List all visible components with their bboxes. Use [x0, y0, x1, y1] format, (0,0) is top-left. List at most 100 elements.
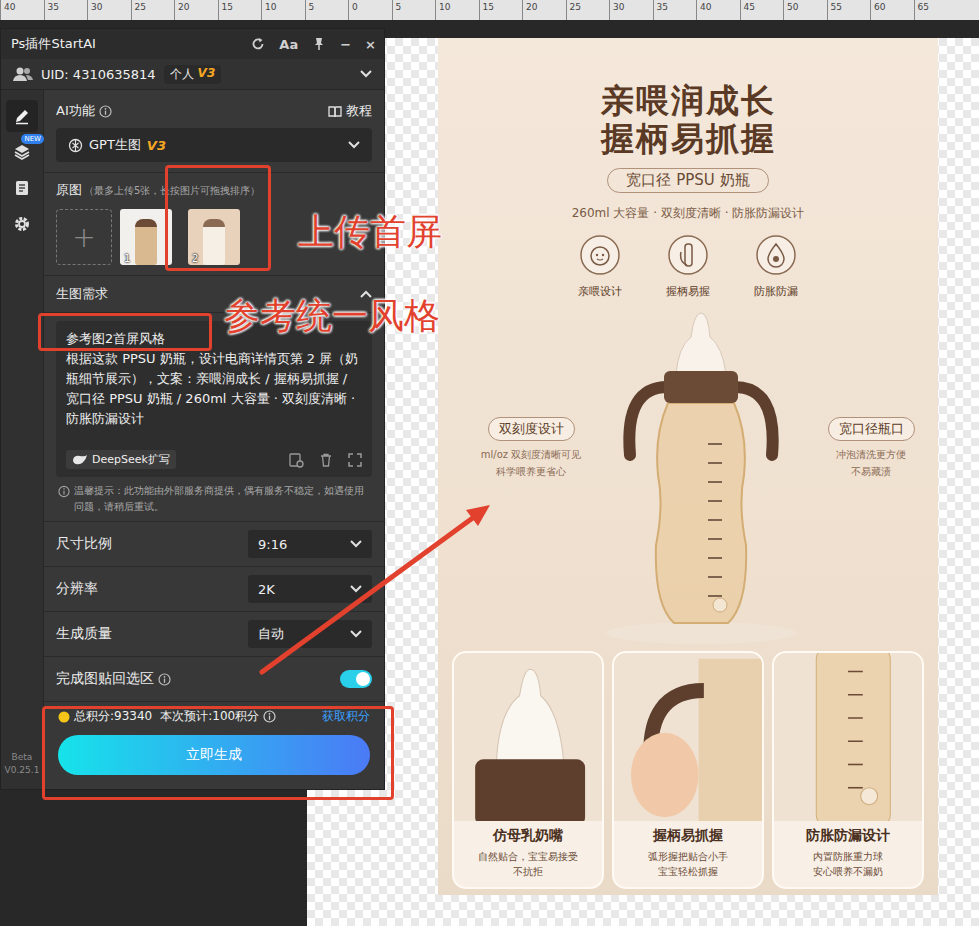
ruler-label: 40: [696, 0, 740, 20]
pin-icon[interactable]: [312, 37, 326, 51]
setting-label: 分辨率: [56, 580, 98, 598]
setting-row: 生成质量 自动: [44, 612, 384, 657]
setting-toggle[interactable]: [340, 670, 372, 688]
title-line: 亲喂润成长: [601, 82, 776, 120]
feature-list: 亲喂设计握柄易握防胀防漏: [578, 234, 798, 299]
title-tools: Aa −×: [251, 37, 376, 52]
arrow-icon: [0, 0, 979, 926]
card-line: 宝宝轻松抓握: [618, 864, 758, 879]
info-icon[interactable]: [263, 710, 276, 723]
setting-row: 完成图贴回选区: [44, 657, 384, 702]
card-line: 不抗拒: [458, 864, 598, 879]
pen-icon: [13, 107, 31, 125]
deepseek-button[interactable]: DeepSeek扩写: [66, 450, 176, 469]
ai-function-header: AI功能 教程: [56, 102, 372, 120]
card-line: 内置防胀重力球: [778, 849, 918, 864]
model-tier: V3: [147, 138, 166, 153]
prompt-label: 生图需求: [56, 285, 108, 303]
highlight-box: [42, 706, 394, 800]
generate-button[interactable]: 立即生成: [58, 735, 370, 775]
prompt-textarea[interactable]: 参考图2首屏风格根据这款 PPSU 奶瓶，设计电商详情页第 2 屏（奶瓶细节展示…: [56, 321, 372, 477]
thumbnail-photo: [203, 219, 225, 265]
prompt-line: 根据这款 PPSU 奶瓶，设计电商详情页第 2 屏（奶瓶细节展示），文案：亲喂润…: [66, 349, 362, 429]
credits-row: 总积分:93340本次预计:100积分获取积分: [58, 708, 370, 725]
thumbnail-photo: [135, 219, 157, 265]
sidebar-item[interactable]: NEW: [6, 136, 38, 168]
credits-total: 总积分:93340: [74, 708, 152, 725]
ruler-label: 30: [609, 0, 653, 20]
account-row[interactable]: UID: 4310635814个人V3: [1, 59, 384, 90]
feature-item: 亲喂设计: [578, 234, 622, 299]
refresh-icon[interactable]: [251, 37, 265, 51]
info-icon: [58, 485, 70, 498]
ruler-label: 30: [87, 0, 131, 20]
panel-titlebar[interactable]: Ps插件StartAI Aa −×: [1, 29, 384, 59]
model-icon: [68, 138, 83, 153]
info-icon[interactable]: [158, 673, 171, 686]
setting-select[interactable]: 2K: [248, 575, 372, 603]
info-icon[interactable]: [99, 105, 112, 118]
ruler-label: 50: [783, 0, 827, 20]
panel-content: AI功能 教程GPT生图V3原图（最多上传5张，长按图片可拖拽排序）+12生图需…: [44, 90, 384, 789]
account-badge: 个人V3: [164, 65, 222, 84]
feature-label: 防胀防漏: [754, 284, 798, 299]
prompt-tools: DeepSeek扩写: [66, 446, 362, 469]
ruler-label: 45: [740, 0, 784, 20]
ruler-label: 10: [261, 0, 305, 20]
sidebar-item[interactable]: [6, 100, 38, 132]
tutorial-label: 教程: [346, 102, 372, 120]
prompt-icon-group: [288, 452, 362, 468]
title-button[interactable]: −: [340, 37, 351, 52]
card-title: 防胀防漏设计: [778, 827, 918, 845]
nipple-photo: [454, 653, 602, 821]
new-badge: NEW: [21, 134, 44, 144]
source-label: 原图: [56, 181, 82, 199]
chevron-down-icon: [348, 141, 360, 149]
ruler-label: 60: [870, 0, 914, 20]
thumbnail[interactable]: 1: [120, 209, 172, 265]
notice-text: 温馨提示：此功能由外部服务商提供，偶有服务不稳定，如遇使用问题，请稍后重试。: [74, 483, 372, 515]
card-line: 弧形握把贴合小手: [618, 849, 758, 864]
history-icon[interactable]: [288, 452, 304, 468]
trash-icon[interactable]: [318, 452, 334, 468]
thumbnail-index: 2: [192, 253, 198, 264]
title-button[interactable]: ×: [365, 37, 376, 52]
select-value: 9:16: [258, 537, 287, 552]
ruler-label: 35: [44, 0, 88, 20]
thumbnail[interactable]: 2: [188, 209, 240, 265]
highlight-box: [38, 313, 212, 351]
model-dropdown[interactable]: GPT生图V3: [56, 128, 372, 162]
version-number: V0.25.1: [5, 764, 40, 777]
callout: 双刻度设计ml/oz 双刻度清晰可见科学喂养更省心: [466, 417, 596, 479]
title-button[interactable]: Aa: [279, 37, 298, 52]
card-title: 仿母乳奶嘴: [458, 827, 598, 845]
setting-label: 生成质量: [56, 625, 112, 643]
hand-icon: [667, 234, 709, 276]
sidebar-item[interactable]: [6, 208, 38, 240]
annotation-text: 参考统一风格: [224, 294, 440, 338]
chevron-down-icon[interactable]: [360, 70, 372, 78]
toggle-knob: [356, 672, 370, 686]
bottle-photo: [596, 305, 806, 645]
panel-title: Ps插件StartAI: [11, 35, 96, 53]
setting-select[interactable]: 自动: [248, 620, 372, 648]
callout: 宽口径瓶口冲泡清洗更方便不易藏渍: [806, 417, 936, 479]
tier-label: V3: [198, 66, 216, 83]
gear-icon: [13, 215, 31, 233]
add-image-button[interactable]: +: [56, 209, 112, 265]
ai-function-label: AI功能: [56, 102, 112, 120]
tutorial-link[interactable]: 教程: [328, 102, 372, 120]
setting-select[interactable]: 9:16: [248, 530, 372, 558]
account-label: 个人: [170, 66, 194, 83]
whale-icon: [72, 454, 88, 466]
select-value: 2K: [258, 582, 275, 597]
card-title: 握柄易抓握: [618, 827, 758, 845]
ruler-label: 15: [218, 0, 262, 20]
sidebar-item[interactable]: [6, 172, 38, 204]
setting-row: 分辨率 2K: [44, 567, 384, 612]
detail-card: 握柄易抓握弧形握把贴合小手宝宝轻松抓握: [612, 651, 764, 889]
expand-icon[interactable]: [348, 453, 362, 467]
ruler-label: 40: [0, 0, 44, 20]
panel-body: NEWBetaV0.25.1AI功能 教程GPT生图V3原图（最多上传5张，长按…: [1, 90, 384, 789]
get-credits-link[interactable]: 获取积分: [322, 708, 370, 725]
